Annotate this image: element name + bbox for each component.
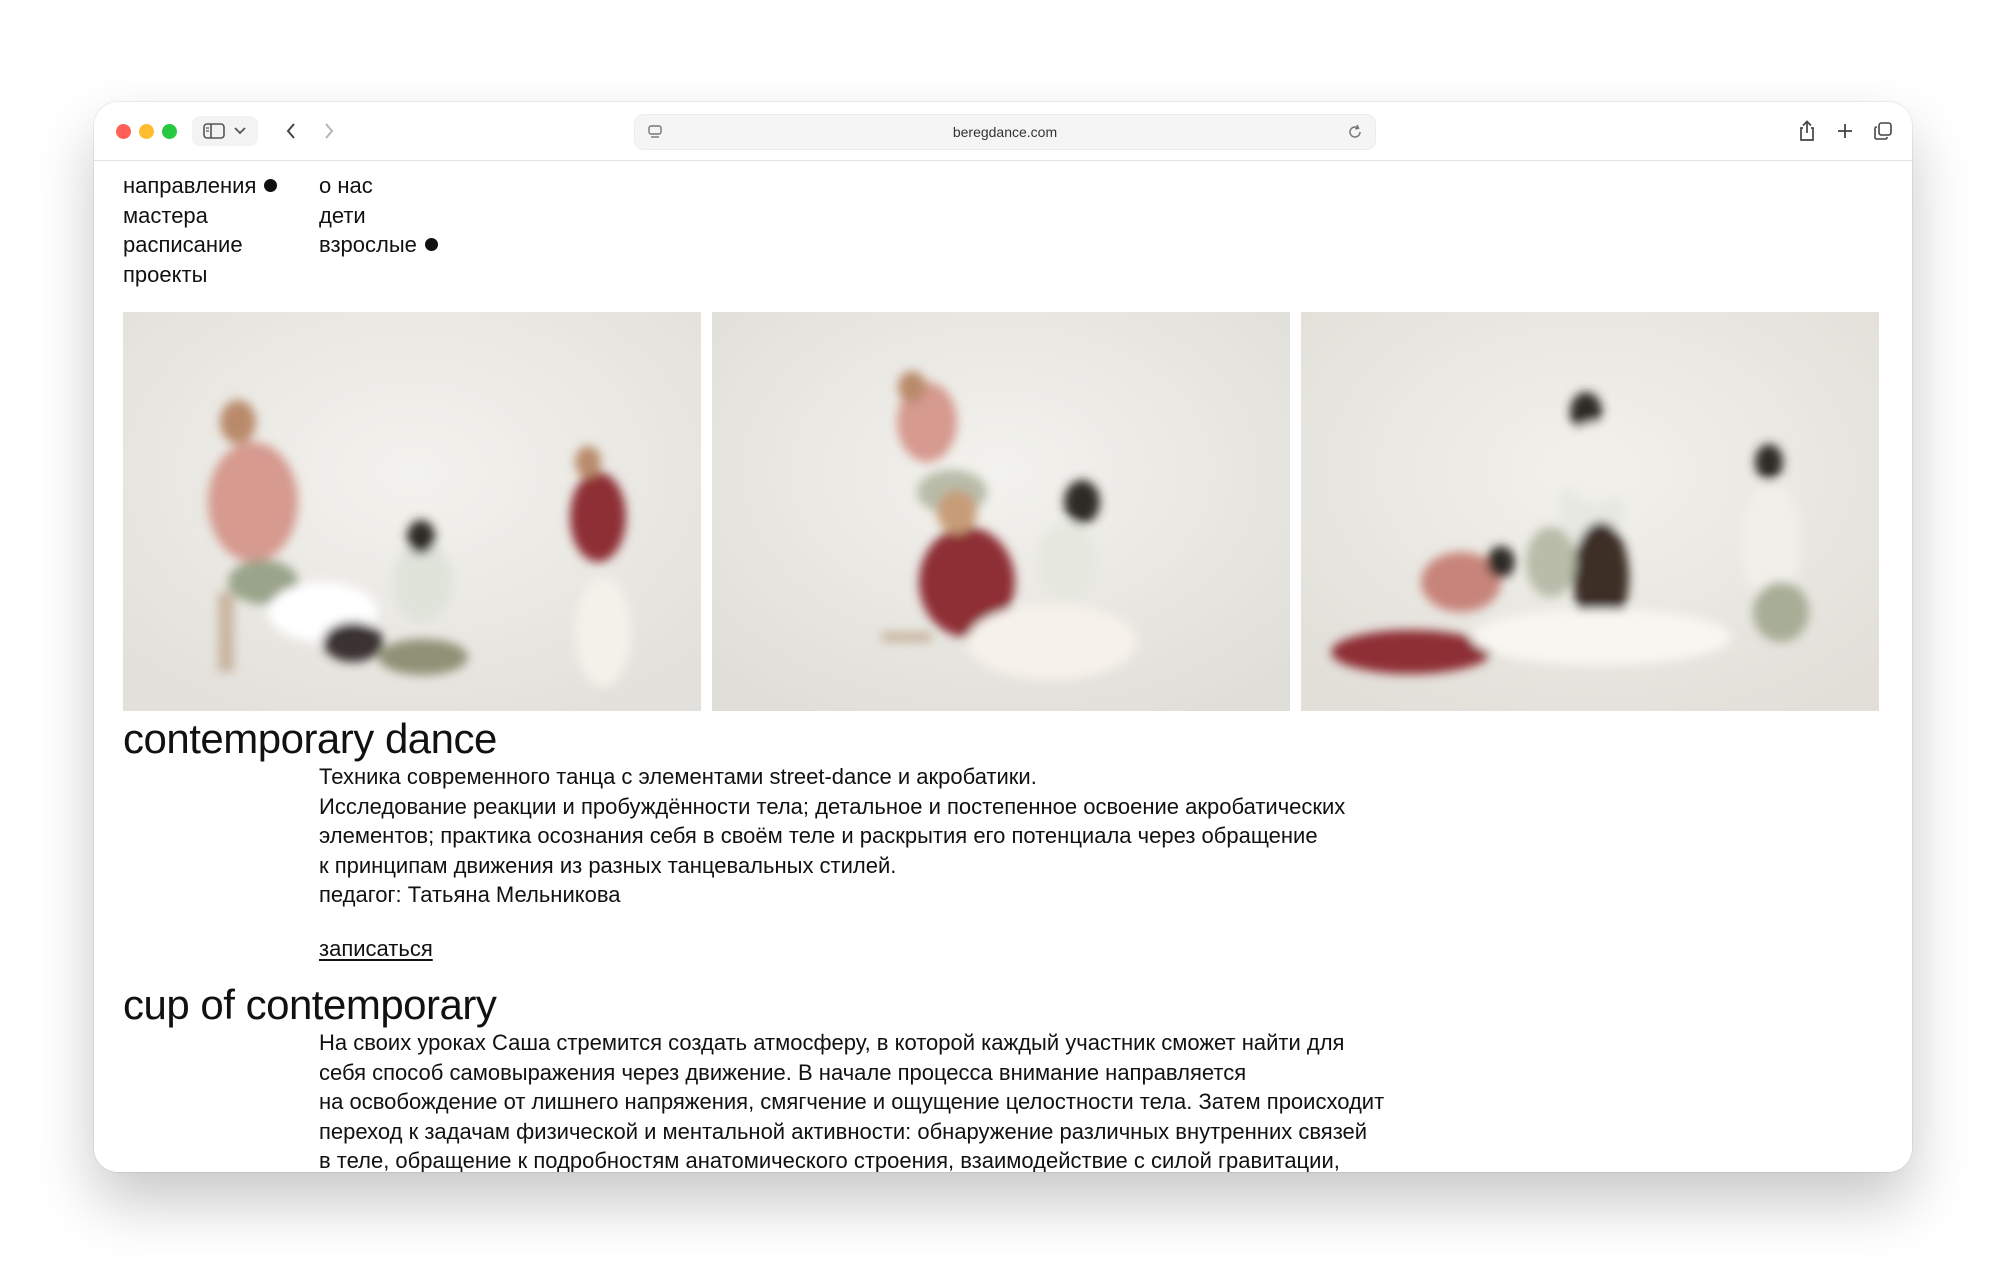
nav-item-adults[interactable]: взрослые	[319, 230, 438, 260]
description-line: Исследование реакции и пробуждённости те…	[319, 793, 1346, 819]
teacher-line: педагог: Татьяна Мельникова	[319, 882, 621, 907]
nav-item-about[interactable]: о нас	[319, 171, 438, 201]
description-line: к принципам движения из разных танцеваль…	[319, 852, 897, 878]
share-icon	[1800, 120, 1814, 141]
nav-item-label: направления	[123, 173, 257, 198]
sidebar-icon	[203, 123, 225, 139]
description-line: переход к задачам физической и ментально…	[319, 1118, 1368, 1144]
nav-item-label: взрослые	[319, 232, 417, 257]
section-title: contemporary dance	[123, 715, 497, 762]
browser-window: beregdance.com направления мастера распи…	[94, 102, 1912, 1172]
sidebar-toggle-button[interactable]	[192, 116, 258, 146]
share-button[interactable]	[1790, 116, 1824, 146]
description-line: себя способ самовыражения через движение…	[319, 1059, 1247, 1085]
plus-icon	[1838, 124, 1852, 138]
tab-overview-button[interactable]	[1866, 116, 1900, 146]
description-line: На своих уроках Саша стремится создать а…	[319, 1030, 1345, 1055]
signup-link[interactable]: записаться	[319, 936, 433, 962]
section-title: cup of contemporary	[123, 981, 497, 1028]
nav-item-masters[interactable]: мастера	[123, 201, 277, 231]
chevron-down-icon	[234, 127, 246, 135]
description-line: Техника современного танца с элементами …	[319, 764, 1037, 789]
forward-button[interactable]	[310, 116, 348, 146]
page-content: направления мастера расписание проекты о…	[94, 161, 1912, 1172]
nav-column-1: направления мастера расписание проекты	[123, 171, 278, 290]
section-description: На своих уроках Саша стремится создать а…	[319, 1028, 1519, 1172]
maximize-window-button[interactable]	[162, 124, 177, 139]
nav-column-2: о нас дети взрослые	[319, 171, 438, 260]
browser-toolbar: beregdance.com	[94, 102, 1912, 161]
description-line: в теле, обращение к подробностям анатоми…	[319, 1148, 1340, 1172]
chevron-left-icon	[286, 123, 295, 139]
description-line: элементов; практика осознания себя в сво…	[319, 823, 1318, 848]
nav-item-schedule[interactable]: расписание	[123, 230, 277, 260]
active-dot-icon	[424, 238, 438, 251]
dance-photo-1	[123, 312, 701, 711]
desktop: beregdance.com направления мастера распи…	[0, 0, 2000, 1280]
reload-icon[interactable]	[1347, 124, 1363, 140]
address-bar[interactable]: beregdance.com	[634, 114, 1376, 150]
dance-photo-2	[712, 312, 1290, 711]
back-button[interactable]	[272, 116, 310, 146]
close-window-button[interactable]	[116, 124, 131, 139]
tabs-icon	[1874, 122, 1892, 140]
minimize-window-button[interactable]	[139, 124, 154, 139]
description-line: на освобождение от лишнего напряжения, с…	[319, 1089, 1385, 1114]
section-description: Техника современного танца с элементами …	[319, 762, 1519, 910]
url-text: beregdance.com	[952, 124, 1058, 140]
nav-item-kids[interactable]: дети	[319, 201, 438, 231]
nav-item-directions[interactable]: направления	[123, 171, 278, 201]
chevron-right-icon	[325, 123, 334, 139]
new-tab-button[interactable]	[1828, 116, 1862, 146]
dance-photo-3	[1301, 312, 1879, 711]
nav-item-projects[interactable]: проекты	[123, 260, 277, 290]
active-dot-icon	[264, 179, 278, 192]
